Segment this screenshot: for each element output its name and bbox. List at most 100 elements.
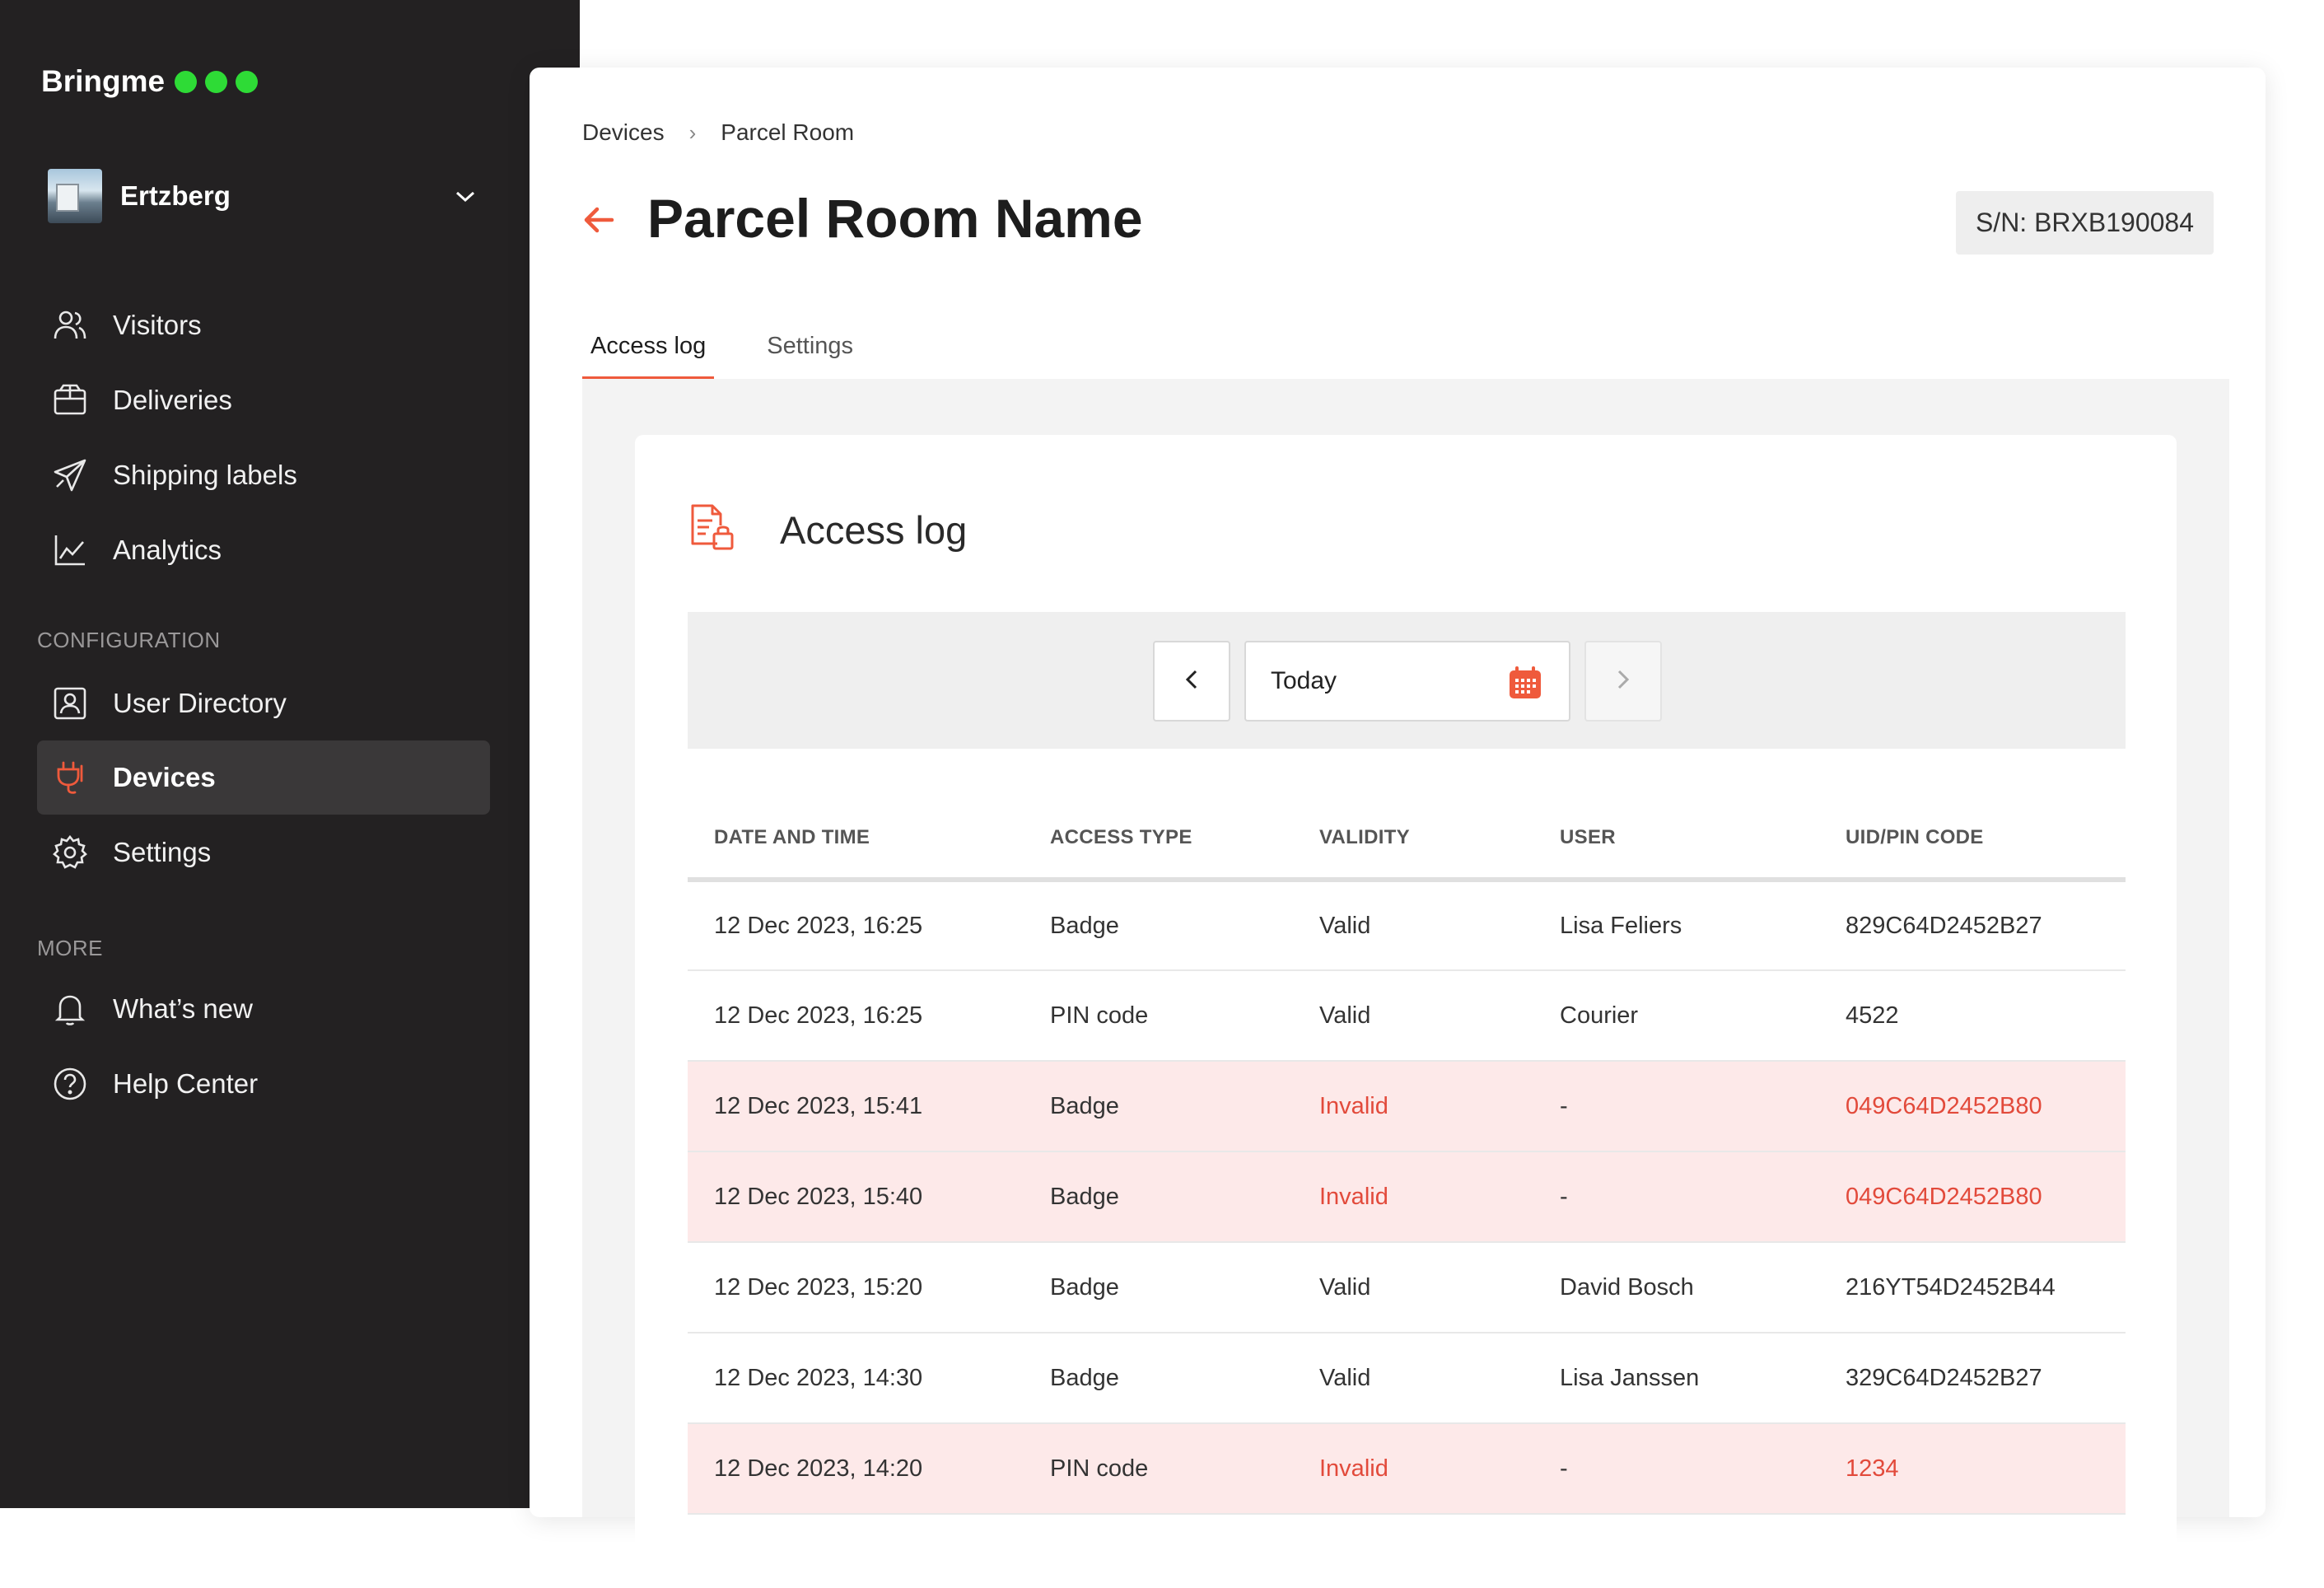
table-row-invalid[interactable]: 12 Dec 2023, 15:40 Badge Invalid - 049C6…: [688, 1151, 2126, 1243]
cell-uid: 829C64D2452B27: [1819, 880, 2126, 971]
sidebar-item-label: Visitors: [113, 310, 202, 340]
box-icon: [50, 381, 90, 420]
sidebar-item-label: User Directory: [113, 688, 287, 718]
cell-validity: Valid: [1293, 880, 1533, 971]
bell-icon: [50, 989, 90, 1029]
cell-validity: Invalid: [1293, 1423, 1533, 1515]
cell-validity: Valid: [1293, 970, 1533, 1062]
cell-date: 12 Dec 2023, 14:30: [688, 1333, 1024, 1424]
sidebar-item-label: Deliveries: [113, 385, 232, 415]
serial-number-badge: S/N: BRXB190084: [1955, 191, 2214, 255]
contact-card-icon: [50, 684, 90, 723]
account-name: Ertzberg: [120, 180, 231, 211]
cell-access-type: Badge: [1024, 1061, 1293, 1152]
table-row[interactable]: 12 Dec 2023, 14:30 Badge Valid Lisa Jans…: [688, 1333, 2126, 1424]
column-header-access-type: ACCESS TYPE: [1024, 797, 1293, 882]
sidebar-item-deliveries[interactable]: Deliveries: [37, 363, 490, 437]
column-header-uid: UID/PIN CODE: [1819, 797, 2126, 882]
cell-validity: Invalid: [1293, 1061, 1533, 1152]
cell-date: 12 Dec 2023, 15:20: [688, 1242, 1024, 1333]
sidebar-item-devices[interactable]: Devices: [37, 740, 490, 815]
sidebar-item-label: Settings: [113, 837, 212, 867]
breadcrumb-link-devices[interactable]: Devices: [582, 119, 665, 146]
cell-access-type: Badge: [1024, 1242, 1293, 1333]
table-row-invalid[interactable]: 12 Dec 2023, 14:20 PIN code Invalid - 12…: [688, 1423, 2126, 1515]
chevron-right-icon: ›: [688, 119, 697, 145]
cell-date: 12 Dec 2023, 16:25: [688, 880, 1024, 971]
chart-icon: [50, 530, 90, 570]
cell-user: -: [1533, 1061, 1819, 1152]
sidebar-item-label: Shipping labels: [113, 460, 297, 490]
cell-user: -: [1533, 1151, 1819, 1243]
section-title-more: MORE: [37, 936, 103, 960]
next-day-button[interactable]: [1584, 641, 1662, 722]
status-dot-icon: [236, 70, 259, 93]
previous-day-button[interactable]: [1153, 641, 1230, 722]
calendar-icon[interactable]: [1508, 666, 1542, 707]
document-lock-icon: [688, 502, 737, 558]
access-log-table: DATE AND TIME ACCESS TYPE VALIDITY USER …: [688, 797, 2126, 1515]
date-value: Today: [1271, 667, 1337, 694]
cell-user: Lisa Feliers: [1533, 880, 1819, 971]
sidebar-item-help-center[interactable]: Help Center: [37, 1047, 490, 1121]
tab-settings[interactable]: Settings: [758, 315, 861, 381]
main-panel: Devices › Parcel Room Parcel Room Name S…: [530, 68, 2266, 1588]
table-row[interactable]: 12 Dec 2023, 16:25 Badge Valid Lisa Feli…: [688, 880, 2126, 971]
users-icon: [50, 306, 90, 345]
table-row[interactable]: 12 Dec 2023, 15:20 Badge Valid David Bos…: [688, 1242, 2126, 1333]
cell-user: -: [1533, 1423, 1819, 1515]
cell-validity: Valid: [1293, 1242, 1533, 1333]
sidebar-item-user-directory[interactable]: User Directory: [37, 666, 490, 740]
sidebar: Bringme Ertzberg Visitors Deliveries Shi…: [0, 0, 580, 1508]
chevron-down-icon: [455, 184, 476, 209]
cell-uid: 329C64D2452B27: [1819, 1333, 2126, 1424]
cell-uid: 4522: [1819, 970, 2126, 1062]
card-header: Access log: [688, 502, 967, 558]
sidebar-item-whats-new[interactable]: What’s new: [37, 972, 490, 1046]
tab-bar: Access log Settings: [582, 315, 906, 381]
cell-access-type: Badge: [1024, 1151, 1293, 1243]
chevron-right-icon: [1616, 669, 1631, 694]
sidebar-item-analytics[interactable]: Analytics: [37, 513, 490, 587]
breadcrumb-current: Parcel Room: [721, 119, 855, 145]
cell-date: 12 Dec 2023, 15:40: [688, 1151, 1024, 1243]
cell-user: David Bosch: [1533, 1242, 1819, 1333]
cell-access-type: PIN code: [1024, 970, 1293, 1062]
breadcrumb: Devices › Parcel Room: [582, 119, 854, 146]
back-arrow-icon[interactable]: [579, 199, 620, 241]
plug-icon: [50, 758, 90, 797]
sidebar-item-settings[interactable]: Settings: [37, 815, 490, 890]
card-title: Access log: [780, 508, 968, 552]
cell-date: 12 Dec 2023, 14:20: [688, 1423, 1024, 1515]
access-log-card: Access log Today DATE AND TIME ACCESS TY…: [635, 435, 2177, 1588]
cell-date: 12 Dec 2023, 15:41: [688, 1061, 1024, 1152]
column-header-date: DATE AND TIME: [688, 797, 1024, 882]
sidebar-item-label: What’s new: [113, 993, 253, 1024]
sidebar-item-shipping-labels[interactable]: Shipping labels: [37, 438, 490, 512]
cell-uid: 049C64D2452B80: [1819, 1061, 2126, 1152]
cell-uid: 216YT54D2452B44: [1819, 1242, 2126, 1333]
cell-date: 12 Dec 2023, 16:25: [688, 970, 1024, 1062]
sidebar-item-label: Analytics: [113, 535, 222, 565]
page-title: Parcel Room Name: [647, 188, 1143, 249]
tab-content-area: Access log Today DATE AND TIME ACCESS TY…: [582, 379, 2229, 1588]
tab-access-log[interactable]: Access log: [582, 315, 715, 381]
column-header-validity: VALIDITY: [1293, 797, 1533, 882]
cell-uid: 1234: [1819, 1423, 2126, 1515]
sidebar-item-label: Help Center: [113, 1068, 259, 1099]
cell-uid: 049C64D2452B80: [1819, 1151, 2126, 1243]
date-picker-input[interactable]: Today: [1244, 641, 1570, 722]
cell-validity: Valid: [1293, 1333, 1533, 1424]
table-row[interactable]: 12 Dec 2023, 16:25 PIN code Valid Courie…: [688, 970, 2126, 1062]
table-row-invalid[interactable]: 12 Dec 2023, 15:41 Badge Invalid - 049C6…: [688, 1061, 2126, 1152]
cell-user: Lisa Janssen: [1533, 1333, 1819, 1424]
date-navigator: Today: [688, 612, 2126, 749]
cell-access-type: PIN code: [1024, 1423, 1293, 1515]
sidebar-item-visitors[interactable]: Visitors: [37, 288, 490, 362]
help-circle-icon: [50, 1064, 90, 1104]
brand-logo[interactable]: Bringme: [41, 64, 259, 99]
cell-access-type: Badge: [1024, 880, 1293, 971]
column-header-user: USER: [1533, 797, 1819, 882]
chevron-left-icon: [1184, 669, 1199, 694]
account-switcher[interactable]: Ertzberg: [48, 168, 476, 224]
